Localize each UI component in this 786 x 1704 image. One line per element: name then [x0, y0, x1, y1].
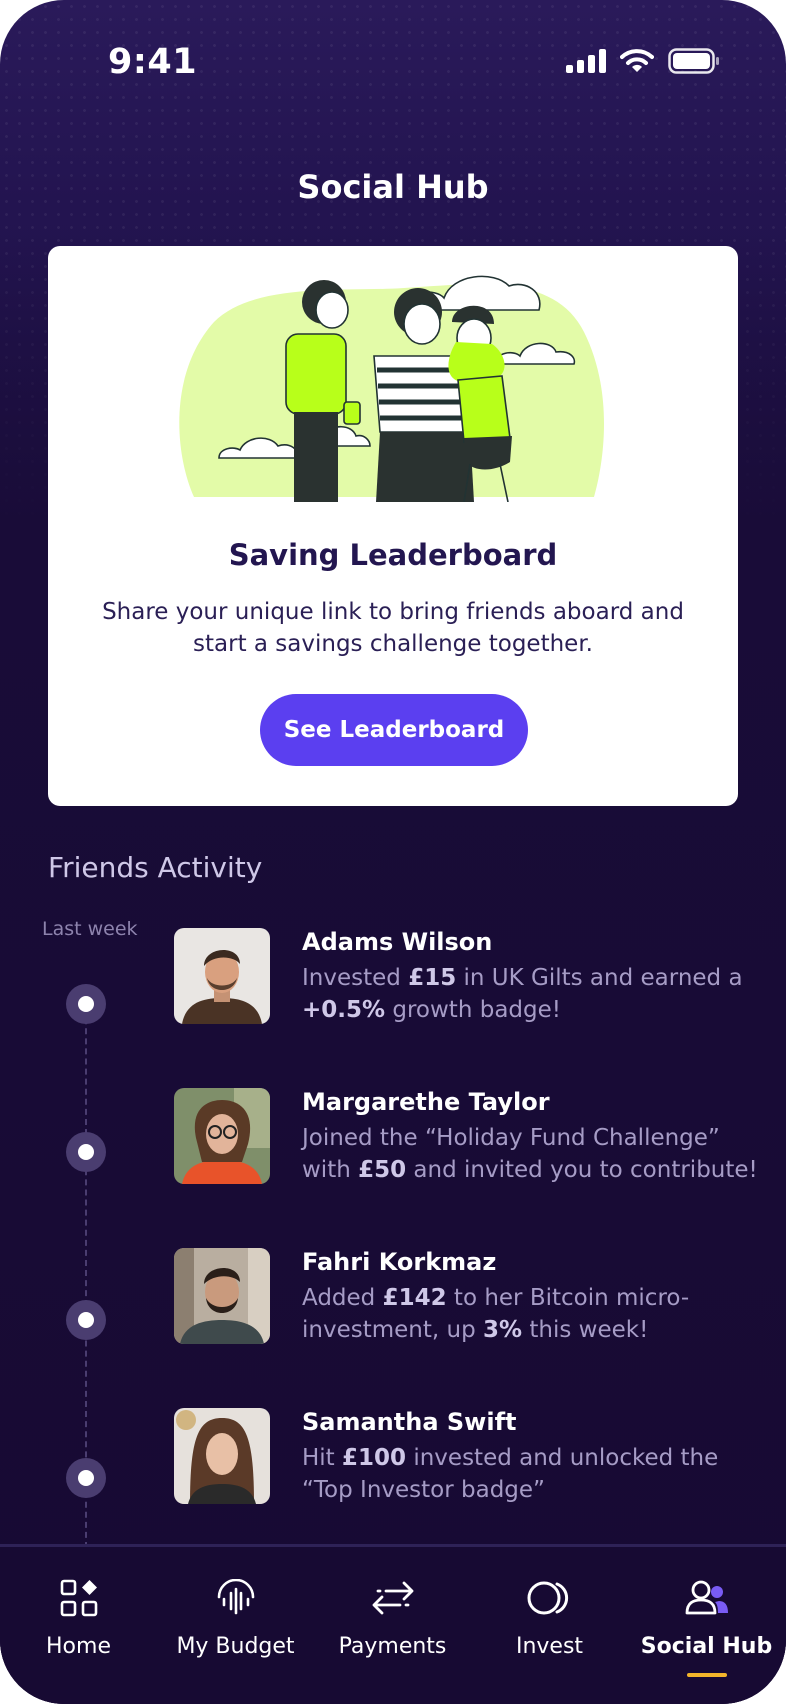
- avatar[interactable]: [174, 928, 270, 1024]
- nav-item-home[interactable]: Home: [0, 1547, 157, 1704]
- timeline-dot: [66, 1132, 106, 1172]
- active-tab-indicator: [686, 1673, 727, 1677]
- see-leaderboard-button[interactable]: See Leaderboard: [260, 694, 528, 766]
- nav-item-my-budget[interactable]: My Budget: [157, 1547, 314, 1704]
- invest-icon: [527, 1581, 568, 1615]
- activity-item[interactable]: Margarethe Taylor Joined the “Holiday Fu…: [0, 1088, 786, 1208]
- page-title: Social Hub: [297, 168, 489, 206]
- avatar-photo-icon: [174, 1408, 270, 1504]
- avatar[interactable]: [174, 1248, 270, 1344]
- nav-label: Home: [46, 1634, 111, 1659]
- transfer-arrows-icon: [372, 1581, 413, 1615]
- status-time: 9:41: [108, 42, 198, 82]
- battery-icon: [668, 48, 719, 74]
- friend-name[interactable]: Adams Wilson: [302, 928, 492, 956]
- cellular-signal-icon: [566, 49, 606, 73]
- activity-text: Joined the “Holiday Fund Challenge” with…: [302, 1125, 758, 1183]
- avatar-photo-icon: [174, 1248, 270, 1344]
- activity-item[interactable]: Samantha Swift Hit £100 invested and unl…: [0, 1408, 786, 1528]
- friend-name[interactable]: Margarethe Taylor: [302, 1088, 550, 1116]
- leaderboard-card: Saving Leaderboard Share your unique lin…: [48, 246, 738, 806]
- nav-label: My Budget: [176, 1634, 295, 1659]
- avatar[interactable]: [174, 1088, 270, 1184]
- nav-label: Payments: [338, 1634, 447, 1659]
- avatar-photo-icon: [174, 1088, 270, 1184]
- timeline-dot: [66, 1458, 106, 1498]
- activity-text: Added £142 to her Bitcoin micro-investme…: [302, 1285, 690, 1343]
- bottom-nav: Home My Budget Payments Invest Social Hu…: [0, 1544, 786, 1704]
- card-title: Saving Leaderboard: [228, 538, 558, 572]
- phone-screen: 9:41 Social Hub Saving Leaderboard Share…: [0, 0, 786, 1704]
- avatar[interactable]: [174, 1408, 270, 1504]
- activity-item[interactable]: Fahri Korkmaz Added £142 to her Bitcoin …: [0, 1248, 786, 1368]
- section-title: Friends Activity: [48, 851, 263, 884]
- avatar-photo-icon: [174, 928, 270, 1024]
- activity-text: Invested £15 in UK Gilts and earned a +0…: [302, 965, 743, 1023]
- timeline-dot: [66, 984, 106, 1024]
- activity-text: Hit £100 invested and unlocked the “Top …: [302, 1445, 719, 1503]
- nav-item-payments[interactable]: Payments: [314, 1547, 471, 1704]
- wifi-icon: [620, 49, 654, 72]
- nav-label: Invest: [515, 1634, 584, 1659]
- home-grid-icon: [60, 1579, 97, 1617]
- people-icon: [685, 1580, 728, 1615]
- timeline-dot: [66, 1300, 106, 1340]
- activity-item[interactable]: Adams Wilson Invested £15 in UK Gilts an…: [0, 928, 786, 1048]
- status-icons: [566, 48, 720, 74]
- nav-item-invest[interactable]: Invest: [471, 1547, 628, 1704]
- nav-label: Social Hub: [640, 1634, 773, 1659]
- nav-item-social-hub[interactable]: Social Hub: [628, 1547, 785, 1704]
- friends-illustration: [179, 275, 604, 502]
- card-description: Share your unique link to bring friends …: [102, 599, 684, 657]
- friend-name[interactable]: Samantha Swift: [302, 1408, 516, 1436]
- friend-name[interactable]: Fahri Korkmaz: [302, 1248, 496, 1276]
- budget-icon: [217, 1579, 254, 1615]
